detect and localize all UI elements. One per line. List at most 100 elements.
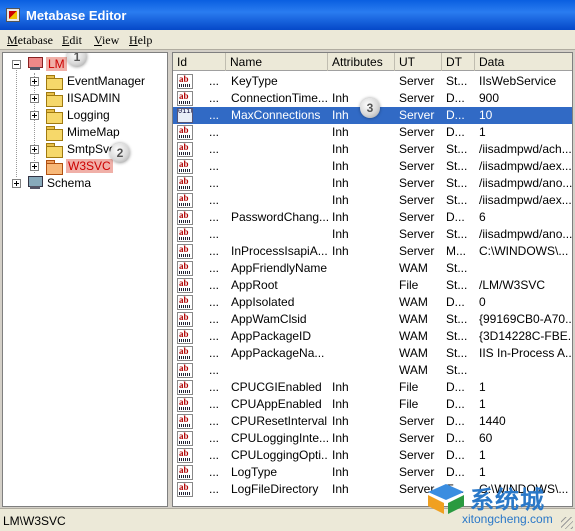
string-value-icon: ab <box>177 227 193 242</box>
string-value-icon: ab <box>177 431 193 446</box>
cell-ut: Server <box>399 465 435 479</box>
table-row[interactable]: ab... InProcessIsapiA... Inh Server M... C:\W… <box>173 243 572 260</box>
expand-icon[interactable] <box>30 145 39 154</box>
folder-icon <box>46 160 63 175</box>
string-value-icon: ab <box>177 329 193 344</box>
menu-help[interactable]: Help <box>129 33 152 48</box>
column-header-dt[interactable]: DT <box>442 53 475 71</box>
expand-icon[interactable] <box>12 179 21 188</box>
cell-ut: WAM <box>399 261 428 275</box>
app-icon <box>6 8 20 22</box>
cell-id: ... <box>209 210 220 224</box>
cell-id: ... <box>209 74 220 88</box>
cell-ut: File <box>399 397 419 411</box>
table-row[interactable]: ab... AppRoot File St... /LM/W3SVC <box>173 277 572 294</box>
string-value-icon: ab <box>177 380 193 395</box>
cell-dt: D... <box>446 431 465 445</box>
property-list[interactable]: Id Name Attributes UT DT Data ab... KeyTy… <box>172 52 573 507</box>
string-value-icon: ab <box>177 142 193 157</box>
cell-dt: D... <box>446 91 465 105</box>
cell-id: ... <box>209 142 220 156</box>
cell-name: CPUAppEnabled <box>231 397 322 411</box>
table-row[interactable]: ab... Inh Server St... /iisadmpwd/ano... <box>173 226 572 243</box>
cell-ut: Server <box>399 448 435 462</box>
folder-icon <box>46 75 63 90</box>
cell-data: 1 <box>479 465 486 479</box>
cell-id: ... <box>209 227 220 241</box>
menu-bar: Metabase Edit View Help <box>0 30 575 50</box>
cell-data: 1 <box>479 448 486 462</box>
title-bar[interactable]: Metabase Editor <box>0 0 575 30</box>
menu-metabase[interactable]: Metabase <box>7 33 53 48</box>
table-row[interactable]: ab... AppWamClsid WAM St... {99169CB0-A70... <box>173 311 572 328</box>
cell-data: IIsWebService <box>479 74 557 88</box>
column-header-ut[interactable]: UT <box>395 53 442 71</box>
cell-data: /iisadmpwd/aex... <box>479 159 572 173</box>
menu-edit[interactable]: Edit <box>62 33 82 48</box>
cell-name: CPUCGIEnabled <box>231 380 322 394</box>
cell-data: {3D14228C-FBE... <box>479 329 572 343</box>
folder-icon <box>46 126 63 141</box>
cell-dt: D... <box>446 397 465 411</box>
cell-dt: St... <box>446 363 468 377</box>
cell-attributes: Inh <box>332 397 349 411</box>
table-row[interactable]: ab... Inh Server St... /iisadmpwd/ach... <box>173 141 572 158</box>
cell-name: AppFriendlyName <box>231 261 328 275</box>
cell-attributes: Inh <box>332 431 349 445</box>
tree-node-label: LM <box>46 57 67 71</box>
table-row[interactable]: ab... AppIsolated WAM D... 0 <box>173 294 572 311</box>
column-header-attributes[interactable]: Attributes <box>328 53 395 71</box>
collapse-icon[interactable] <box>12 60 21 69</box>
tree-node-label: SmtpSvc <box>67 142 116 156</box>
cell-id: ... <box>209 329 220 343</box>
cell-name: CPULoggingOpti... <box>231 448 328 462</box>
cell-ut: Server <box>399 210 435 224</box>
column-header-name[interactable]: Name <box>226 53 328 71</box>
tree-pane[interactable]: LM EventManager IISADMIN Logging MimeMap… <box>2 52 168 507</box>
table-row[interactable]: ab... CPUCGIEnabled Inh File D... 1 <box>173 379 572 396</box>
cell-dt: M... <box>446 244 466 258</box>
table-row[interactable]: ab... Inh Server St... /iisadmpwd/ano... <box>173 175 572 192</box>
binary-value-icon: 0110100101 <box>177 108 193 123</box>
table-row[interactable]: ab... PasswordChang... Inh Server D... 6 <box>173 209 572 226</box>
cell-ut: Server <box>399 74 435 88</box>
cell-id: ... <box>209 278 220 292</box>
table-row[interactable]: ab... WAM St... <box>173 362 572 379</box>
cell-ut: WAM <box>399 295 428 309</box>
table-row[interactable]: ab... CPULoggingInte... Inh Server D... 60 <box>173 430 572 447</box>
cell-dt: St... <box>446 159 468 173</box>
expand-icon[interactable] <box>30 111 39 120</box>
menu-view[interactable]: View <box>94 33 119 48</box>
expand-icon[interactable] <box>30 94 39 103</box>
cell-name: KeyType <box>231 74 278 88</box>
expand-icon[interactable] <box>30 162 39 171</box>
table-row[interactable]: ab... AppFriendlyName WAM St... <box>173 260 572 277</box>
cell-name: AppIsolated <box>231 295 295 309</box>
table-row[interactable]: ab... KeyType Server St... IIsWebService <box>173 73 572 90</box>
cell-name: PasswordChang... <box>231 210 328 224</box>
string-value-icon: ab <box>177 295 193 310</box>
cell-dt: St... <box>446 227 468 241</box>
column-header-data[interactable]: Data <box>475 53 572 71</box>
table-row[interactable]: ab... AppPackageNa... WAM St... IIS In-Proce… <box>173 345 572 362</box>
table-row[interactable]: ab... Inh Server St... /iisadmpwd/aex... <box>173 192 572 209</box>
cell-id: ... <box>209 448 220 462</box>
table-row[interactable]: ab... AppPackageID WAM St... {3D14228C-FBE..… <box>173 328 572 345</box>
cell-ut: Server <box>399 431 435 445</box>
column-header-id[interactable]: Id <box>173 53 226 71</box>
table-row[interactable]: ab... CPUResetInterval Inh Server D... 1440 <box>173 413 572 430</box>
cell-data: 1440 <box>479 414 506 428</box>
cell-ut: Server <box>399 108 435 122</box>
cell-attributes: Inh <box>332 244 349 258</box>
cell-attributes: Inh <box>332 142 349 156</box>
cell-ut: WAM <box>399 363 428 377</box>
table-row[interactable]: ab... CPUAppEnabled Inh File D... 1 <box>173 396 572 413</box>
expand-icon[interactable] <box>30 77 39 86</box>
string-value-icon: ab <box>177 312 193 327</box>
table-row[interactable]: ab... CPULoggingOpti... Inh Server D... 1 <box>173 447 572 464</box>
table-row[interactable]: ab... Inh Server D... 1 <box>173 124 572 141</box>
table-row[interactable]: ab... Inh Server St... /iisadmpwd/aex... <box>173 158 572 175</box>
cell-attributes: Inh <box>332 159 349 173</box>
folder-icon <box>46 143 63 158</box>
window-title: Metabase Editor <box>26 8 127 23</box>
